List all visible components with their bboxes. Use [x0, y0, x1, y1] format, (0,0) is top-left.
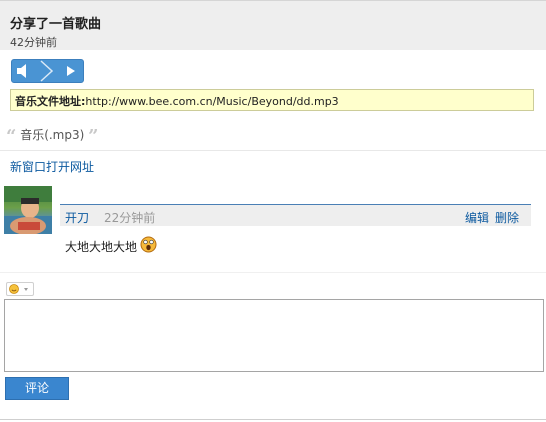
- avatar[interactable]: [4, 186, 52, 234]
- divider: [0, 150, 546, 151]
- submit-comment-button[interactable]: 评论: [5, 377, 69, 400]
- play-pause-icon[interactable]: [36, 60, 58, 82]
- open-new-window-link[interactable]: 新窗口打开网址: [10, 158, 94, 175]
- music-file-desc: “ 音乐(.mp3) ”: [6, 126, 99, 147]
- volume-icon[interactable]: [12, 60, 36, 82]
- post-title: 分享了一首歌曲: [10, 17, 102, 32]
- quote-open-icon: “: [6, 126, 17, 147]
- quote-close-icon: ”: [88, 126, 99, 147]
- comment-author[interactable]: 开刀: [65, 209, 89, 226]
- emoji-picker-button[interactable]: [6, 282, 34, 296]
- surprised-face-icon: [140, 236, 157, 253]
- delete-button[interactable]: 删除: [495, 209, 519, 226]
- reply-textarea[interactable]: [4, 299, 544, 372]
- file-desc-text: 音乐(.mp3): [20, 128, 85, 142]
- divider: [0, 272, 546, 273]
- music-url-label: 音乐文件地址:: [15, 95, 86, 108]
- edit-button[interactable]: 编辑: [465, 209, 489, 226]
- post-header: 分享了一首歌曲 42分钟前: [0, 0, 546, 50]
- post-time: 42分钟前: [10, 36, 57, 49]
- comment-time: 22分钟前: [104, 211, 156, 225]
- comment-header: 开刀 22分钟前 编辑 删除: [60, 204, 531, 226]
- next-icon[interactable]: [58, 60, 83, 82]
- music-url: http://www.bee.com.cn/Music/Beyond/dd.mp…: [85, 95, 339, 108]
- comment-text: 大地大地大地: [65, 240, 138, 254]
- music-player: [11, 59, 84, 83]
- music-url-box: 音乐文件地址:http://www.bee.com.cn/Music/Beyon…: [10, 89, 534, 111]
- divider: [0, 419, 546, 420]
